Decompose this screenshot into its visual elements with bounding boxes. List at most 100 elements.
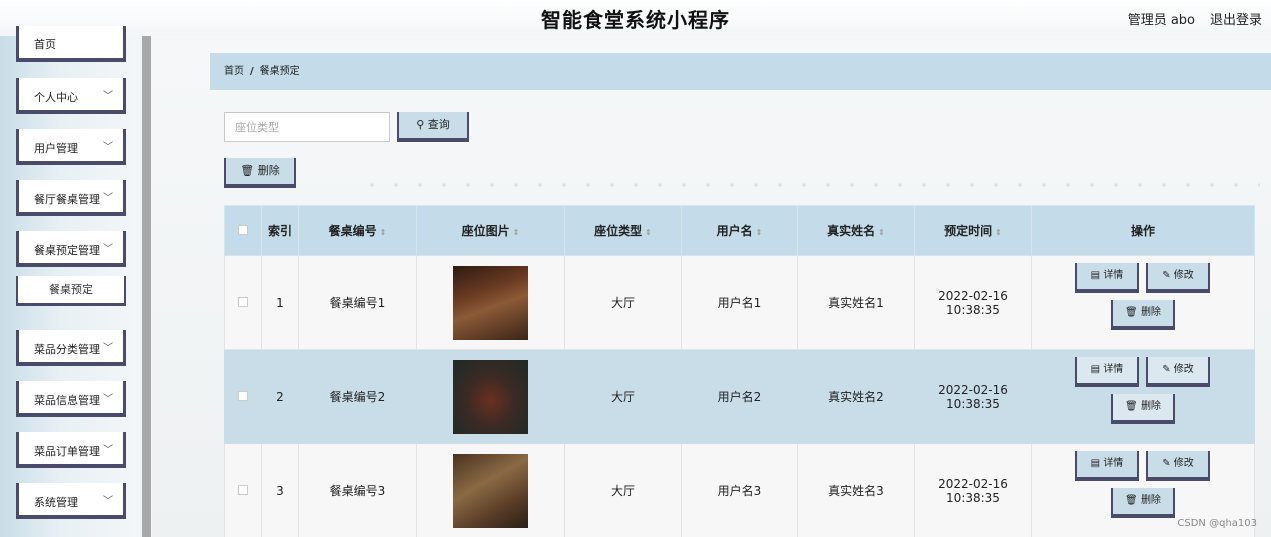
- chevron-down-icon: ﹀: [103, 244, 113, 255]
- edit-button[interactable]: ✎ 修改: [1146, 356, 1210, 387]
- row-checkbox[interactable]: [238, 296, 248, 307]
- detail-button[interactable]: ▤ 详情: [1075, 356, 1139, 387]
- bulk-delete-label: 删除: [257, 164, 280, 177]
- col-label: 座位类型: [594, 224, 643, 238]
- cell-username: 用户名1: [681, 255, 798, 350]
- trash-icon: 🗑: [1125, 306, 1138, 318]
- row-actions: ▤ 详情 ✎ 修改 🗑 删除: [1033, 356, 1253, 437]
- cell-actions: ▤ 详情 ✎ 修改 🗑 删除: [1031, 255, 1255, 350]
- chevron-down-icon: ﹀: [103, 445, 113, 456]
- edit-icon: ✎: [1162, 269, 1171, 281]
- cell-seat-image: [416, 443, 565, 537]
- cell-real-name: 真实姓名2: [797, 349, 915, 444]
- edit-label: 修改: [1173, 363, 1194, 375]
- bulk-delete-button[interactable]: 🗑 删除: [224, 158, 296, 188]
- detail-icon: ▤: [1090, 457, 1101, 469]
- cell-username: 用户名2: [681, 349, 798, 444]
- delete-button[interactable]: 🗑 删除: [1111, 299, 1175, 330]
- sidebar-item-dish-category-management[interactable]: 菜品分类管理 ﹀: [16, 330, 126, 366]
- sidebar-item-label: 菜品分类管理: [34, 343, 100, 356]
- cell-username: 用户名3: [681, 443, 798, 537]
- sort-icon[interactable]: ⇕: [756, 228, 763, 237]
- delete-label: 删除: [1140, 306, 1161, 318]
- sidebar-item-home[interactable]: 首页: [16, 26, 126, 62]
- cell-actions: ▤ 详情 ✎ 修改 🗑 删除: [1031, 349, 1255, 444]
- col-label: 餐桌编号: [328, 224, 377, 238]
- sort-icon[interactable]: ⇕: [513, 228, 520, 237]
- col-seat-image[interactable]: 座位图片 ⇕: [416, 205, 565, 256]
- chevron-down-icon: ﹀: [103, 496, 113, 507]
- sidebar-item-label: 用户管理: [34, 142, 78, 155]
- row-select[interactable]: [224, 349, 262, 444]
- col-booking-time[interactable]: 预定时间 ⇕: [914, 205, 1032, 256]
- sidebar-item-system-management[interactable]: 系统管理 ﹀: [16, 483, 126, 519]
- cell-booking-time: 2022-02-16 10:38:35: [914, 443, 1032, 537]
- detail-button[interactable]: ▤ 详情: [1075, 262, 1139, 293]
- cell-table-no: 餐桌编号3: [298, 443, 417, 537]
- sort-icon[interactable]: ⇕: [380, 228, 387, 237]
- edit-icon: ✎: [1162, 457, 1171, 469]
- cell-booking-time: 2022-02-16 10:38:35: [914, 255, 1032, 350]
- row-checkbox[interactable]: [238, 484, 248, 495]
- search-button[interactable]: ⚲ 查询: [397, 112, 469, 142]
- table-row: 1 餐桌编号1 大厅 用户名1 真实姓名1 2022-02-16 10:38:3…: [224, 255, 1255, 350]
- detail-label: 详情: [1103, 269, 1124, 281]
- watermark: CSDN @qha103: [1177, 518, 1257, 529]
- sidebar-divider: [142, 36, 151, 537]
- sidebar-item-table-booking-management[interactable]: 餐桌预定管理 ﹀: [16, 231, 126, 267]
- sidebar-item-personal-center[interactable]: 个人中心 ﹀: [16, 78, 126, 114]
- edit-button[interactable]: ✎ 修改: [1146, 450, 1210, 481]
- col-table-no[interactable]: 餐桌编号 ⇕: [298, 205, 417, 256]
- row-actions: ▤ 详情 ✎ 修改 🗑 删除: [1033, 262, 1253, 343]
- trash-icon: 🗑: [1125, 400, 1138, 412]
- sidebar-item-dish-order-management[interactable]: 菜品订单管理 ﹀: [16, 432, 126, 468]
- cell-booking-time: 2022-02-16 10:38:35: [914, 349, 1032, 444]
- cell-table-no: 餐桌编号2: [298, 349, 417, 444]
- row-select[interactable]: [224, 255, 262, 350]
- sidebar-item-user-management[interactable]: 用户管理 ﹀: [16, 129, 126, 165]
- seat-image[interactable]: [453, 359, 528, 434]
- sidebar-item-dish-info-management[interactable]: 菜品信息管理 ﹀: [16, 381, 126, 417]
- col-label: 预定时间: [944, 224, 993, 238]
- app-title: 智能食堂系统小程序: [541, 8, 730, 32]
- cell-seat-type: 大厅: [564, 349, 682, 444]
- chevron-down-icon: ﹀: [103, 343, 113, 354]
- select-all-checkbox[interactable]: [238, 224, 248, 235]
- edit-label: 修改: [1173, 269, 1194, 281]
- select-all-cell[interactable]: [224, 205, 262, 256]
- sort-icon[interactable]: ⇕: [878, 228, 885, 237]
- col-label: 用户名: [716, 224, 753, 238]
- seat-image[interactable]: [453, 453, 528, 528]
- col-seat-type[interactable]: 座位类型 ⇕: [564, 205, 682, 256]
- edit-label: 修改: [1173, 457, 1194, 469]
- cell-seat-type: 大厅: [564, 443, 682, 537]
- col-real-name[interactable]: 真实姓名 ⇕: [797, 205, 915, 256]
- col-username[interactable]: 用户名 ⇕: [681, 205, 798, 256]
- detail-button[interactable]: ▤ 详情: [1075, 450, 1139, 481]
- table-row: 3 餐桌编号3 大厅 用户名3 真实姓名3 2022-02-16 10:38:3…: [224, 443, 1255, 537]
- breadcrumb-home[interactable]: 首页: [224, 66, 244, 77]
- sidebar-subitem-table-booking[interactable]: 餐桌预定: [16, 276, 126, 306]
- sidebar-item-label: 菜品订单管理: [34, 445, 100, 458]
- search-input[interactable]: [224, 112, 390, 142]
- seat-image[interactable]: [453, 265, 528, 340]
- row-checkbox[interactable]: [238, 390, 248, 401]
- sidebar-item-restaurant-table-management[interactable]: 餐厅餐桌管理 ﹀: [16, 180, 126, 216]
- table-row: 2 餐桌编号2 大厅 用户名2 真实姓名2 2022-02-16 10:38:3…: [224, 349, 1255, 444]
- sidebar-item-label: 系统管理: [34, 496, 78, 509]
- edit-button[interactable]: ✎ 修改: [1146, 262, 1210, 293]
- col-label: 真实姓名: [827, 224, 876, 238]
- logout-link[interactable]: 退出登录: [1210, 9, 1262, 28]
- delete-button[interactable]: 🗑 删除: [1111, 393, 1175, 424]
- delete-label: 删除: [1140, 400, 1161, 412]
- delete-button[interactable]: 🗑 删除: [1111, 487, 1175, 518]
- chevron-down-icon: ﹀: [103, 394, 113, 405]
- sort-icon[interactable]: ⇕: [995, 228, 1002, 237]
- cell-table-no: 餐桌编号1: [298, 255, 417, 350]
- row-select[interactable]: [224, 443, 262, 537]
- chevron-down-icon: ﹀: [103, 91, 113, 102]
- sort-icon[interactable]: ⇕: [645, 228, 652, 237]
- breadcrumb-current: 餐桌预定: [259, 66, 300, 77]
- sidebar-item-label: 餐厅餐桌管理: [34, 193, 100, 206]
- cell-real-name: 真实姓名3: [797, 443, 915, 537]
